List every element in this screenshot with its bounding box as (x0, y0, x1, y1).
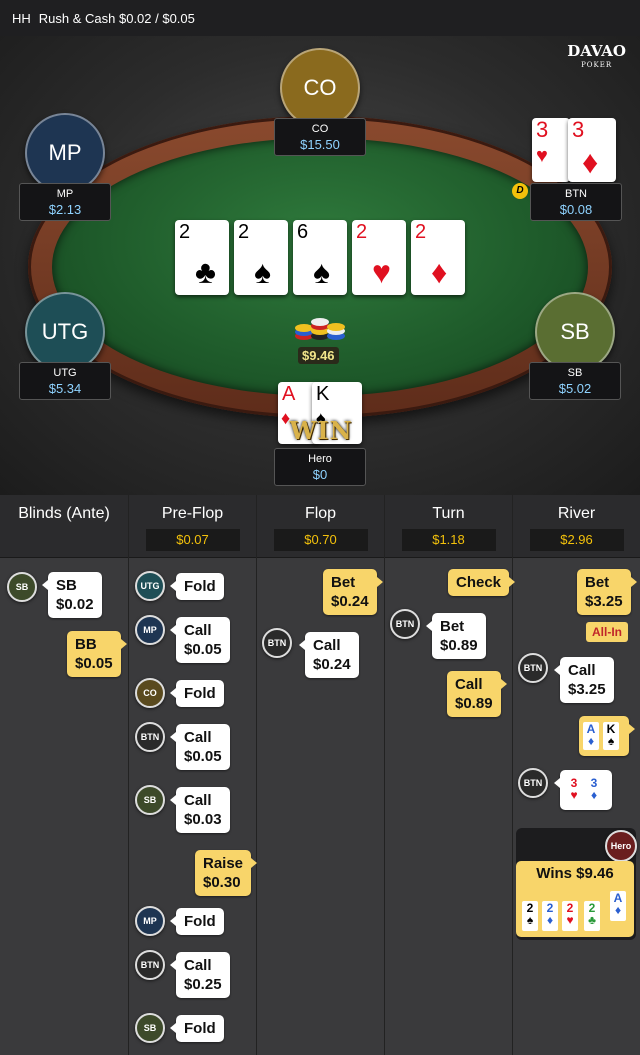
seat-sb-stack: $5.02 (558, 381, 592, 396)
seat-co-plate: CO $15.50 (274, 118, 366, 156)
board-card-2: 2 ♠ (234, 220, 288, 295)
seat-sb-avatar[interactable]: SB (535, 292, 615, 372)
shown-card-a-diamond: A ♦ (583, 722, 599, 750)
wins-card-3: 2 ♥ (562, 901, 578, 931)
seat-mp-avatar[interactable]: MP (25, 113, 105, 193)
seat-btn-stack: $0.08 (559, 202, 593, 217)
preflop-action-3: Fold (170, 680, 224, 707)
col-flop-header: Flop $0.70 (257, 495, 384, 558)
all-in-badge: All-In (586, 622, 628, 642)
seat-hero-stack: $0 (312, 467, 328, 482)
btn-chip-6: BTN (518, 768, 548, 798)
seat-co-avatar[interactable]: CO (280, 48, 360, 128)
davao-poker-logo: DAVAO POKER (567, 42, 626, 70)
preflop-action-7: Fold (170, 908, 224, 935)
wins-card-1: 2 ♠ (522, 901, 538, 931)
seat-mp-stack: $2.13 (48, 202, 82, 217)
btn-chip-4: BTN (390, 609, 420, 639)
seat-btn-name: BTN (565, 188, 587, 200)
seat-utg-stack: $5.34 (48, 381, 82, 396)
btn-chip-2: BTN (135, 950, 165, 980)
preflop-action-4: Call $0.05 (170, 724, 230, 770)
pot-chips-icon (295, 318, 345, 340)
sb-chip-3: SB (135, 1013, 165, 1043)
title-bar: HH Rush & Cash $0.02 / $0.05 (0, 0, 640, 36)
preflop-pot: $0.07 (145, 529, 240, 551)
seat-hero-plate: Hero $0 (274, 448, 366, 486)
seat-sb-plate: SB $5.02 (529, 362, 621, 400)
turn-action-2: Bet $0.89 (426, 613, 486, 659)
preflop-action-9: Fold (170, 1015, 224, 1042)
col-river: River $2.96 Bet $3.25 All-In BTN Call $3.… (513, 495, 640, 1055)
river-action-2: Call $3.25 (554, 657, 614, 703)
col-turn: Turn $1.18 Check BTN Bet $0.89 Call $0.89 (385, 495, 516, 1055)
seat-btn-plate: BTN $0.08 (530, 183, 622, 221)
seat-co-name: CO (311, 123, 329, 135)
board-card-3: 6 ♠ (293, 220, 347, 295)
sb-chip-2: SB (135, 785, 165, 815)
seat-utg-avatar[interactable]: UTG (25, 292, 105, 372)
hero-chip: Hero (605, 830, 637, 862)
col-turn-header: Turn $1.18 (385, 495, 512, 558)
mp-chip-2: MP (135, 906, 165, 936)
hand-history: Blinds (Ante) SB SB $0.02 BB $0.05 Pre-F… (0, 495, 640, 1055)
preflop-action-5: Call $0.03 (170, 787, 230, 833)
btn-card-2: 3 ♦ (568, 118, 616, 182)
col-blinds-header: Blinds (Ante) (0, 495, 128, 558)
pot-amount: $9.46 (298, 347, 339, 364)
seat-sb-name: SB (567, 367, 583, 379)
col-river-header: River $2.96 (513, 495, 640, 558)
flop-pot: $0.70 (273, 529, 368, 551)
btn-card-1: 3 ♥ (532, 118, 570, 182)
poker-table-area: DAVAO POKER CO CO $15.50 MP MP $2.13 3 ♥ 3… (0, 36, 640, 495)
dealer-button: D (512, 183, 528, 199)
sb-chip: SB (7, 572, 37, 602)
utg-chip: UTG (135, 571, 165, 601)
game-title: Rush & Cash $0.02 / $0.05 (38, 10, 195, 26)
wins-card-2: 2 ♦ (542, 901, 558, 931)
seat-co-stack: $15.50 (300, 137, 340, 152)
col-preflop: Pre-Flop $0.07 UTG Fold MP Call $0.05 CO … (129, 495, 258, 1055)
co-chip: CO (135, 678, 165, 708)
preflop-action-2: Call $0.05 (170, 617, 230, 663)
river-action-1: Bet $3.25 (577, 569, 637, 615)
blind-bb: BB $0.05 (67, 631, 127, 677)
wins-card-5: A ♦ (610, 891, 626, 921)
mp-chip: MP (135, 615, 165, 645)
hero-shown-cards: A ♦ K ♠ (579, 716, 635, 756)
preflop-action-6: Raise $0.30 (195, 850, 258, 896)
btn-chip-3: BTN (262, 628, 292, 658)
btn-chip-5: BTN (518, 653, 548, 683)
board-card-1: 2 ♣ (175, 220, 229, 295)
seat-hero-name: Hero (308, 453, 332, 465)
btn-shown-cards: 3 ♥ 3 ♦ (554, 770, 612, 810)
board-card-5: 2 ♦ (411, 220, 465, 295)
river-pot: $2.96 (529, 529, 624, 551)
blind-sb: SB $0.02 (42, 572, 102, 618)
win-banner: WIN (289, 416, 353, 445)
seat-mp-plate: MP $2.13 (19, 183, 111, 221)
wins-panel: Wins $9.46 2 ♠ 2 ♦ 2 ♥ 2 ♣ A ♦ (516, 861, 634, 937)
col-preflop-header: Pre-Flop $0.07 (129, 495, 256, 558)
shown-card-3-diamond: 3 ♦ (586, 776, 602, 804)
turn-action-3: Call $0.89 (447, 671, 507, 717)
col-flop: Flop $0.70 Bet $0.24 BTN Call $0.24 (257, 495, 385, 1055)
shown-card-3-heart: 3 ♥ (566, 776, 582, 804)
seat-mp-name: MP (56, 188, 74, 200)
preflop-action-1: Fold (170, 573, 224, 600)
flop-action-1: Bet $0.24 (323, 569, 383, 615)
turn-action-1: Check (448, 569, 516, 596)
flop-action-2: Call $0.24 (299, 632, 359, 678)
turn-pot: $1.18 (401, 529, 496, 551)
seat-utg-plate: UTG $5.34 (19, 362, 111, 400)
shown-card-k-spade: K ♠ (603, 722, 619, 750)
hh-label: HH (12, 10, 31, 26)
preflop-action-8: Call $0.25 (170, 952, 230, 998)
board-card-4: 2 ♥ (352, 220, 406, 295)
btn-chip: BTN (135, 722, 165, 752)
col-blinds: Blinds (Ante) SB SB $0.02 BB $0.05 (0, 495, 129, 1055)
seat-utg-name: UTG (53, 367, 77, 379)
wins-card-4: 2 ♣ (584, 901, 600, 931)
wins-amount: Wins $9.46 (536, 865, 614, 882)
